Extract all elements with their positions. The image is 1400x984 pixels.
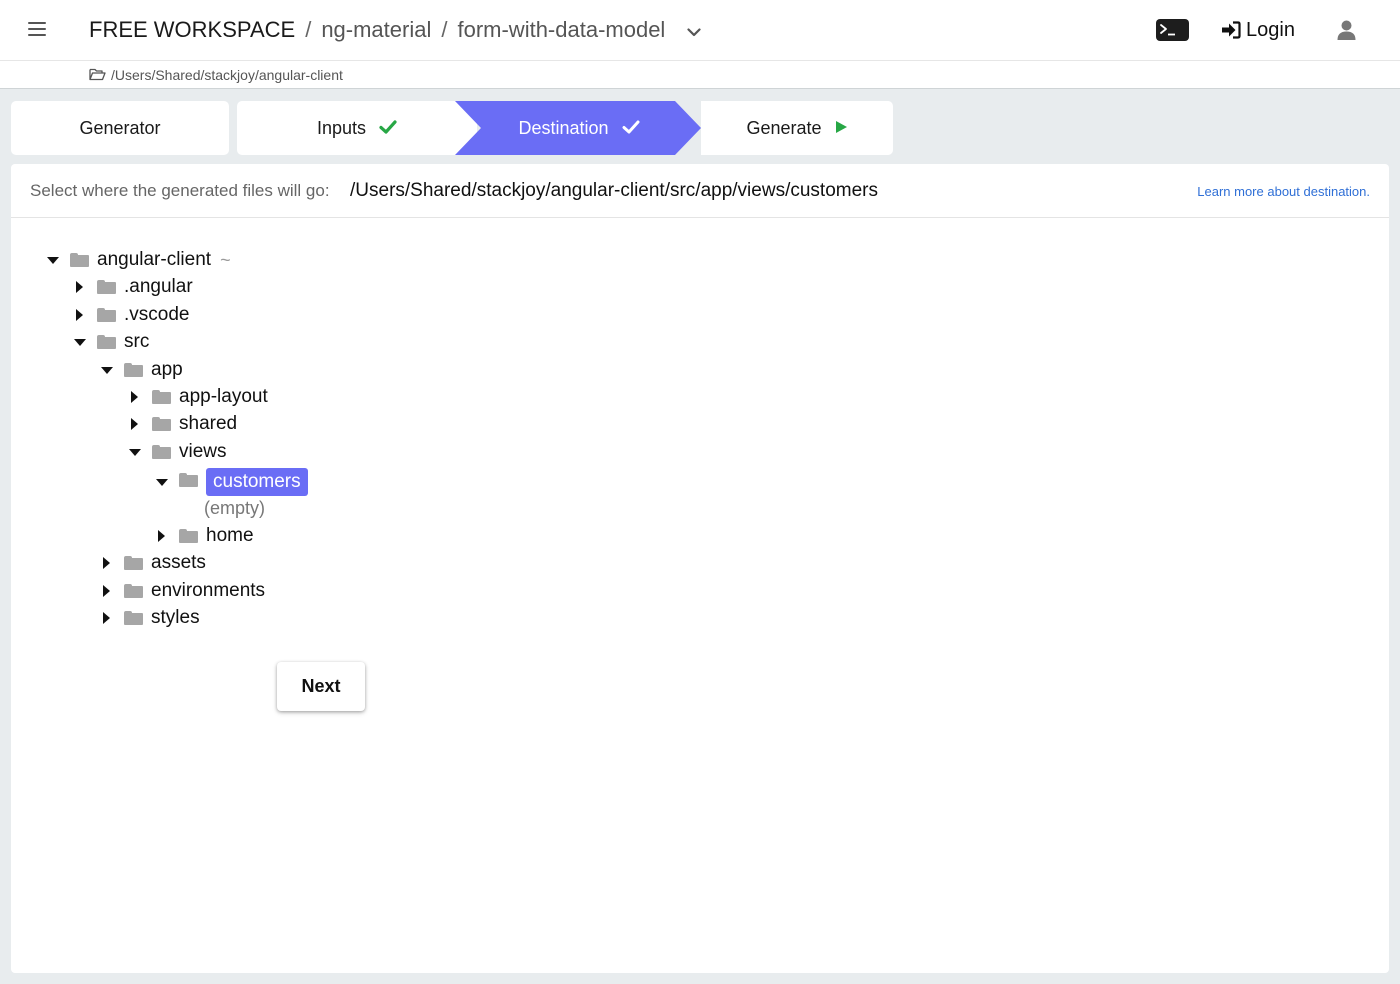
tree-node-angular[interactable]: .angular — [73, 274, 193, 300]
step-generator[interactable]: Generator — [11, 101, 229, 155]
breadcrumb-separator: / — [441, 17, 448, 42]
breadcrumb-page[interactable]: form-with-data-model — [457, 17, 665, 42]
tree-node-label: angular-client — [97, 249, 212, 270]
check-icon — [379, 101, 397, 155]
tree-node-label: shared — [179, 413, 238, 434]
folder-icon — [124, 584, 143, 598]
caret-right-icon[interactable] — [128, 417, 142, 431]
step-label: Generator — [79, 118, 161, 138]
terminal-icon[interactable] — [1156, 19, 1189, 41]
caret-right-icon[interactable] — [73, 280, 87, 294]
folder-icon — [97, 335, 116, 349]
tree-node-label: app — [151, 359, 183, 380]
project-path: /Users/Shared/stackjoy/angular-client — [111, 67, 343, 83]
login-button[interactable]: Login — [1221, 17, 1295, 43]
step-generate[interactable]: Generate — [701, 101, 893, 155]
destination-prompt: Select where the generated files will go… — [30, 181, 330, 200]
empty-folder-note: (empty) — [204, 498, 266, 518]
tree-node-customers[interactable]: customers — [155, 467, 308, 497]
tree-node-label: .angular — [124, 276, 193, 297]
caret-down-icon[interactable] — [155, 475, 169, 489]
folder-icon — [124, 556, 143, 570]
user-icon[interactable] — [1337, 20, 1356, 45]
tree-node-label: home — [206, 525, 254, 546]
next-button[interactable]: Next — [277, 662, 365, 711]
folder-icon — [97, 280, 116, 294]
tree-node-shared[interactable]: shared — [128, 411, 237, 437]
folder-icon — [124, 363, 143, 377]
breadcrumb-project[interactable]: ng-material — [321, 17, 431, 42]
folder-icon — [97, 308, 116, 322]
breadcrumb: FREE WORKSPACE / ng-material / form-with-dat… — [89, 16, 702, 44]
tree-node-src[interactable]: src — [73, 329, 149, 355]
caret-down-icon[interactable] — [73, 335, 87, 349]
folder-icon — [152, 417, 171, 431]
menu-icon[interactable] — [28, 21, 46, 37]
tree-node-label: .vscode — [124, 304, 190, 325]
caret-down-icon[interactable] — [46, 253, 60, 267]
project-path-bar: /Users/Shared/stackjoy/angular-client — [0, 61, 1400, 89]
folder-icon — [124, 611, 143, 625]
caret-right-icon[interactable] — [73, 308, 87, 322]
step-inputs[interactable]: Inputs — [237, 101, 477, 155]
step-label: Inputs — [316, 118, 367, 138]
play-icon — [835, 101, 848, 155]
tree-node-label: environments — [151, 580, 266, 601]
tree-node-styles[interactable]: styles — [100, 605, 200, 631]
tree-node-vscode[interactable]: .vscode — [73, 302, 189, 328]
folder-icon — [152, 390, 171, 404]
tree-node-label: src — [124, 331, 150, 352]
folder-icon — [179, 473, 198, 487]
caret-right-icon[interactable] — [128, 390, 142, 404]
check-icon — [622, 101, 640, 155]
tree-node-environments[interactable]: environments — [100, 578, 265, 604]
tree-node-label-selected: customers — [206, 468, 308, 496]
folder-open-icon — [89, 68, 106, 86]
tree-node-label: assets — [151, 552, 206, 573]
step-destination[interactable]: Destination — [455, 101, 703, 155]
tree-node-app-layout[interactable]: app-layout — [128, 384, 268, 410]
folder-icon — [70, 253, 89, 267]
breadcrumb-separator: / — [305, 17, 312, 42]
caret-right-icon[interactable] — [100, 584, 114, 598]
login-label: Login — [1246, 19, 1295, 41]
top-bar: FREE WORKSPACE / ng-material / form-with-dat… — [0, 0, 1400, 61]
destination-panel: Select where the generated files will go… — [11, 164, 1389, 973]
step-label: Destination — [518, 118, 609, 138]
chevron-down-icon[interactable] — [687, 16, 702, 44]
caret-right-icon[interactable] — [100, 611, 114, 625]
step-label: Generate — [746, 118, 822, 138]
wizard-stepper: Generator Inputs Destination Generate — [11, 101, 893, 155]
caret-right-icon[interactable] — [155, 529, 169, 543]
caret-down-icon[interactable] — [100, 363, 114, 377]
destination-header: Select where the generated files will go… — [11, 164, 1389, 218]
caret-down-icon[interactable] — [128, 445, 142, 459]
tree-node-home[interactable]: home — [155, 523, 254, 549]
tree-node-angular-client[interactable]: angular-client ~ — [46, 247, 231, 273]
home-marker: ~ — [220, 249, 231, 270]
selected-destination-path: /Users/Shared/stackjoy/angular-client/sr… — [350, 180, 878, 201]
tree-node-app[interactable]: app — [100, 357, 183, 383]
tree-node-assets[interactable]: assets — [100, 550, 206, 576]
caret-right-icon[interactable] — [100, 556, 114, 570]
tree-node-label: styles — [151, 607, 200, 628]
folder-icon — [179, 529, 198, 543]
folder-icon — [152, 445, 171, 459]
tree-node-views[interactable]: views — [128, 439, 227, 465]
learn-more-link[interactable]: Learn more about destination. — [1197, 183, 1370, 201]
tree-node-label: app-layout — [179, 386, 268, 407]
tree-node-label: views — [179, 441, 227, 462]
sign-in-icon — [1222, 21, 1241, 39]
breadcrumb-workspace[interactable]: FREE WORKSPACE — [89, 17, 295, 42]
